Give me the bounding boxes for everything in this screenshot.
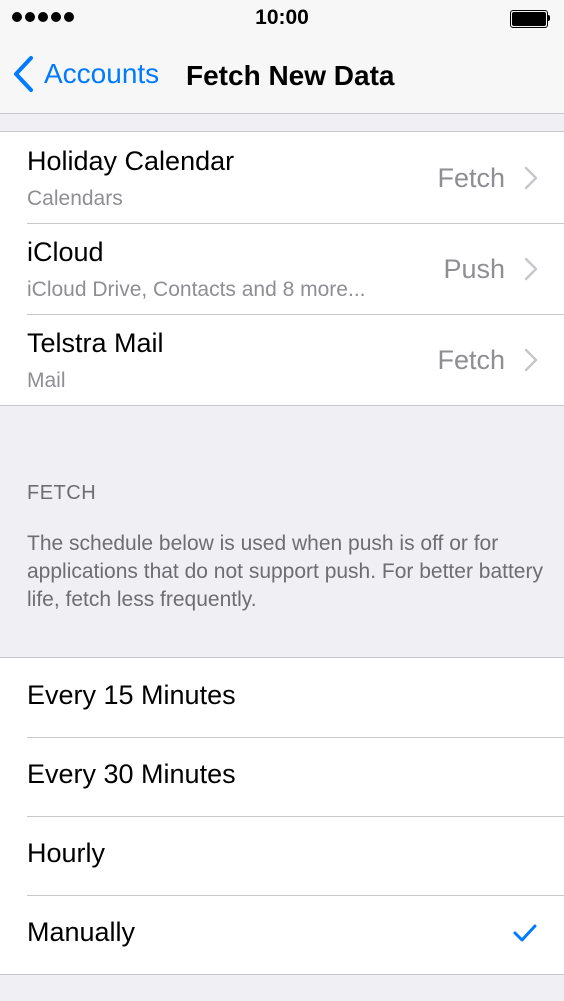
fetch-options-list: Every 15 Minutes Every 30 Minutes Hourly… (0, 657, 564, 975)
account-name: iCloud (27, 237, 104, 267)
navigation-bar: Accounts Fetch New Data (0, 38, 564, 113)
option-manually[interactable]: Manually (0, 895, 564, 974)
battery-full-icon (510, 10, 550, 28)
chevron-right-icon (524, 166, 538, 190)
option-every-30-minutes[interactable]: Every 30 Minutes (0, 737, 564, 816)
account-row-icloud[interactable]: iCloud iCloud Drive, Contacts and 8 more… (0, 223, 564, 314)
account-row-holiday-calendar[interactable]: Holiday Calendar Calendars Fetch (0, 132, 564, 223)
option-every-15-minutes[interactable]: Every 15 Minutes (0, 658, 564, 737)
fetch-section-description: The schedule below is used when push is … (27, 532, 543, 611)
status-time: 10:00 (255, 6, 309, 29)
back-button-label: Accounts (44, 58, 160, 89)
chevron-right-icon (524, 257, 538, 281)
back-button[interactable]: Accounts (12, 54, 159, 94)
screen: 10:00 Accounts Fetch New Data Holiday Ca… (0, 0, 564, 1001)
account-subtitle: Calendars (27, 187, 123, 210)
option-hourly[interactable]: Hourly (0, 816, 564, 895)
account-fetch-mode: Push (443, 254, 505, 284)
option-label: Every 30 Minutes (27, 759, 236, 789)
account-subtitle: Mail (27, 369, 66, 392)
option-label: Manually (27, 917, 136, 947)
status-bar: 10:00 (0, 0, 564, 38)
account-subtitle: iCloud Drive, Contacts and 8 more... (27, 278, 366, 301)
account-name: Holiday Calendar (27, 146, 235, 176)
option-label: Hourly (27, 838, 106, 868)
chevron-left-icon (14, 56, 33, 92)
page-title: Fetch New Data (186, 60, 395, 91)
fetch-section-header: FETCH (27, 482, 97, 504)
account-row-telstra-mail[interactable]: Telstra Mail Mail Fetch (0, 314, 564, 405)
accounts-list: Holiday Calendar Calendars Fetch iCloud … (0, 131, 564, 406)
checkmark-icon (513, 924, 537, 942)
account-name: Telstra Mail (27, 328, 164, 358)
top-bar: 10:00 Accounts Fetch New Data (0, 0, 564, 114)
option-label: Every 15 Minutes (27, 680, 236, 710)
account-fetch-mode: Fetch (437, 345, 505, 375)
chevron-right-icon (524, 348, 538, 372)
account-fetch-mode: Fetch (437, 163, 505, 193)
